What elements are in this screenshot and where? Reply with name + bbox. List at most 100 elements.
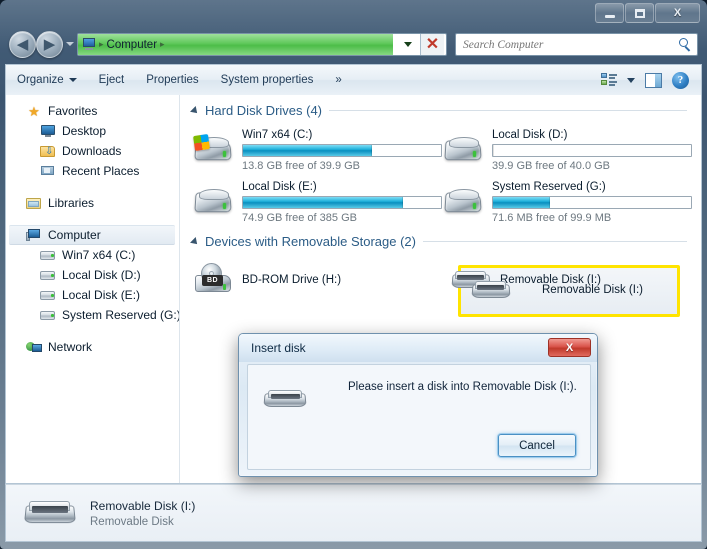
removable-disk-icon <box>22 490 78 536</box>
toolbar-organize-button[interactable]: Organize <box>6 69 88 91</box>
sidebar-item-win7-c[interactable]: Win7 x64 (C:) <box>6 245 179 265</box>
dialog-title-bar: Insert disk <box>239 334 597 362</box>
drive-capacity-text: 71.6 MB free of 99.9 MB <box>492 211 612 224</box>
sidebar-item-win7-c-label: Win7 x64 (C:) <box>62 248 136 262</box>
drive-capacity-bar <box>242 143 442 157</box>
dialog-title-label: Insert disk <box>251 341 306 355</box>
dialog-close-button[interactable]: X <box>548 338 591 357</box>
collapse-triangle-icon[interactable] <box>190 105 200 116</box>
dialog-body: Please insert a disk into Removable Disk… <box>247 364 591 470</box>
sidebar-item-system-reserved-g-label: System Reserved (G:) <box>62 308 180 322</box>
command-toolbar: Organize Eject Properties System propert… <box>5 64 702 96</box>
navigation-bar: ◀ ▶ ▸ Computer ▸ ✕ <box>0 28 707 64</box>
preview-pane-icon[interactable] <box>645 72 662 88</box>
group-header-removable-storage-label: Devices with Removable Storage (2) <box>205 234 416 249</box>
drive-capacity-text: 74.9 GB free of 385 GB <box>242 211 357 224</box>
recent-places-icon <box>40 164 56 179</box>
sidebar-item-local-disk-e-label: Local Disk (E:) <box>62 288 141 302</box>
group-header-rule <box>422 241 687 242</box>
stop-loading-button[interactable]: ✕ <box>420 34 444 55</box>
sidebar-group-favorites[interactable]: ★ Favorites <box>6 101 179 121</box>
sidebar-item-local-disk-d[interactable]: Local Disk (D:) <box>6 265 179 285</box>
sidebar-item-system-reserved-g[interactable]: System Reserved (G:) <box>6 305 179 325</box>
drive-capacity-text: 13.8 GB free of 39.9 GB <box>242 159 361 172</box>
toolbar-right-group: ? <box>601 71 701 89</box>
address-dropdown-button[interactable] <box>398 34 418 55</box>
close-button[interactable]: X <box>655 3 700 23</box>
drive-name: Win7 x64 (C:) <box>242 128 313 141</box>
toolbar-properties-button[interactable]: Properties <box>135 69 209 91</box>
sidebar-item-desktop-label: Desktop <box>62 124 107 138</box>
history-dropdown-icon[interactable] <box>66 42 74 46</box>
sidebar-group-favorites-label: Favorites <box>48 104 98 118</box>
bd-rom-icon: BD <box>192 261 234 301</box>
computer-icon <box>81 38 96 51</box>
computer-icon <box>26 228 42 243</box>
address-bar[interactable]: ▸ Computer ▸ ✕ <box>77 33 447 56</box>
drive-name: Removable Disk (I:) <box>542 283 643 296</box>
group-header-hard-disk-drives[interactable]: Hard Disk Drives (4) <box>180 103 701 118</box>
group-header-rule <box>329 110 687 111</box>
chevron-down-icon[interactable] <box>627 77 635 83</box>
sidebar-item-recent-places[interactable]: Recent Places <box>6 161 179 181</box>
drive-tile-local-disk-e[interactable]: Local Disk (E:) 74.9 GB free of 385 GB <box>188 176 442 228</box>
drive-name: System Reserved (G:) <box>492 180 606 193</box>
forward-button[interactable]: ▶ <box>36 31 63 58</box>
sidebar-item-desktop[interactable]: Desktop <box>6 121 179 141</box>
toolbar-organize-label: Organize <box>17 74 64 86</box>
search-icon <box>679 37 693 52</box>
help-icon[interactable]: ? <box>672 71 689 89</box>
window-controls: X <box>595 3 700 23</box>
hdd-icon <box>192 182 234 222</box>
sidebar-item-computer[interactable]: Computer <box>9 225 175 245</box>
sidebar-group-libraries[interactable]: Libraries <box>6 193 179 213</box>
drive-tile-local-disk-d[interactable]: Local Disk (D:) 39.9 GB free of 40.0 GB <box>438 124 692 176</box>
cancel-button[interactable]: Cancel <box>498 434 576 457</box>
hdd-icon <box>442 130 484 170</box>
drive-tile-win7-c[interactable]: Win7 x64 (C:) 13.8 GB free of 39.9 GB <box>188 124 442 176</box>
drive-capacity-bar <box>492 195 692 209</box>
drive-capacity-fill <box>243 196 404 208</box>
breadcrumb: ▸ Computer ▸ <box>78 34 165 55</box>
navigation-pane[interactable]: ★ Favorites Desktop ⇩ Downloads Recent P… <box>6 95 180 483</box>
chevron-down-icon <box>68 78 77 82</box>
sidebar-group-libraries-label: Libraries <box>48 196 95 210</box>
libraries-icon <box>26 196 42 211</box>
sidebar-item-computer-label: Computer <box>48 228 101 242</box>
collapse-triangle-icon[interactable] <box>190 236 200 247</box>
toolbar-eject-button[interactable]: Eject <box>88 69 136 91</box>
windows-hdd-icon <box>192 130 234 170</box>
drive-capacity-fill <box>493 144 494 156</box>
minimize-button[interactable] <box>595 3 624 23</box>
sidebar-item-network[interactable]: Network <box>6 337 179 357</box>
toolbar-system-properties-button[interactable]: System properties <box>210 69 325 91</box>
breadcrumb-separator: ▸ <box>99 39 104 49</box>
search-box[interactable] <box>455 33 698 56</box>
sidebar-item-downloads[interactable]: ⇩ Downloads <box>6 141 179 161</box>
details-name: Removable Disk (I:) <box>90 498 196 513</box>
change-view-icon[interactable] <box>601 73 617 87</box>
toolbar-overflow-button[interactable]: » <box>324 69 352 91</box>
drive-tile-bd-rom-h[interactable]: BD BD-ROM Drive (H:) <box>188 255 438 307</box>
sidebar-item-downloads-label: Downloads <box>62 144 122 158</box>
sidebar-item-recent-places-label: Recent Places <box>62 164 140 178</box>
drive-tile-system-reserved-g[interactable]: System Reserved (G:) 71.6 MB free of 99.… <box>438 176 692 228</box>
drive-capacity-fill <box>243 144 372 156</box>
hdd-icon <box>442 182 484 222</box>
breadcrumb-separator-trailing[interactable]: ▸ <box>160 39 165 50</box>
search-input[interactable] <box>463 38 679 51</box>
network-icon <box>26 340 42 355</box>
sidebar-item-local-disk-e[interactable]: Local Disk (E:) <box>6 285 179 305</box>
back-button[interactable]: ◀ <box>9 31 36 58</box>
drive-tile-removable-disk-i-highlighted[interactable]: Removable Disk (I:) <box>466 271 674 311</box>
desktop-icon <box>40 124 56 139</box>
maximize-button[interactable] <box>625 3 654 23</box>
breadcrumb-item-computer[interactable]: Computer <box>107 39 158 51</box>
group-header-removable-storage[interactable]: Devices with Removable Storage (2) <box>180 234 701 249</box>
title-bar: X <box>0 0 707 28</box>
drive-capacity-bar <box>492 143 692 157</box>
sidebar-item-network-label: Network <box>48 340 93 354</box>
